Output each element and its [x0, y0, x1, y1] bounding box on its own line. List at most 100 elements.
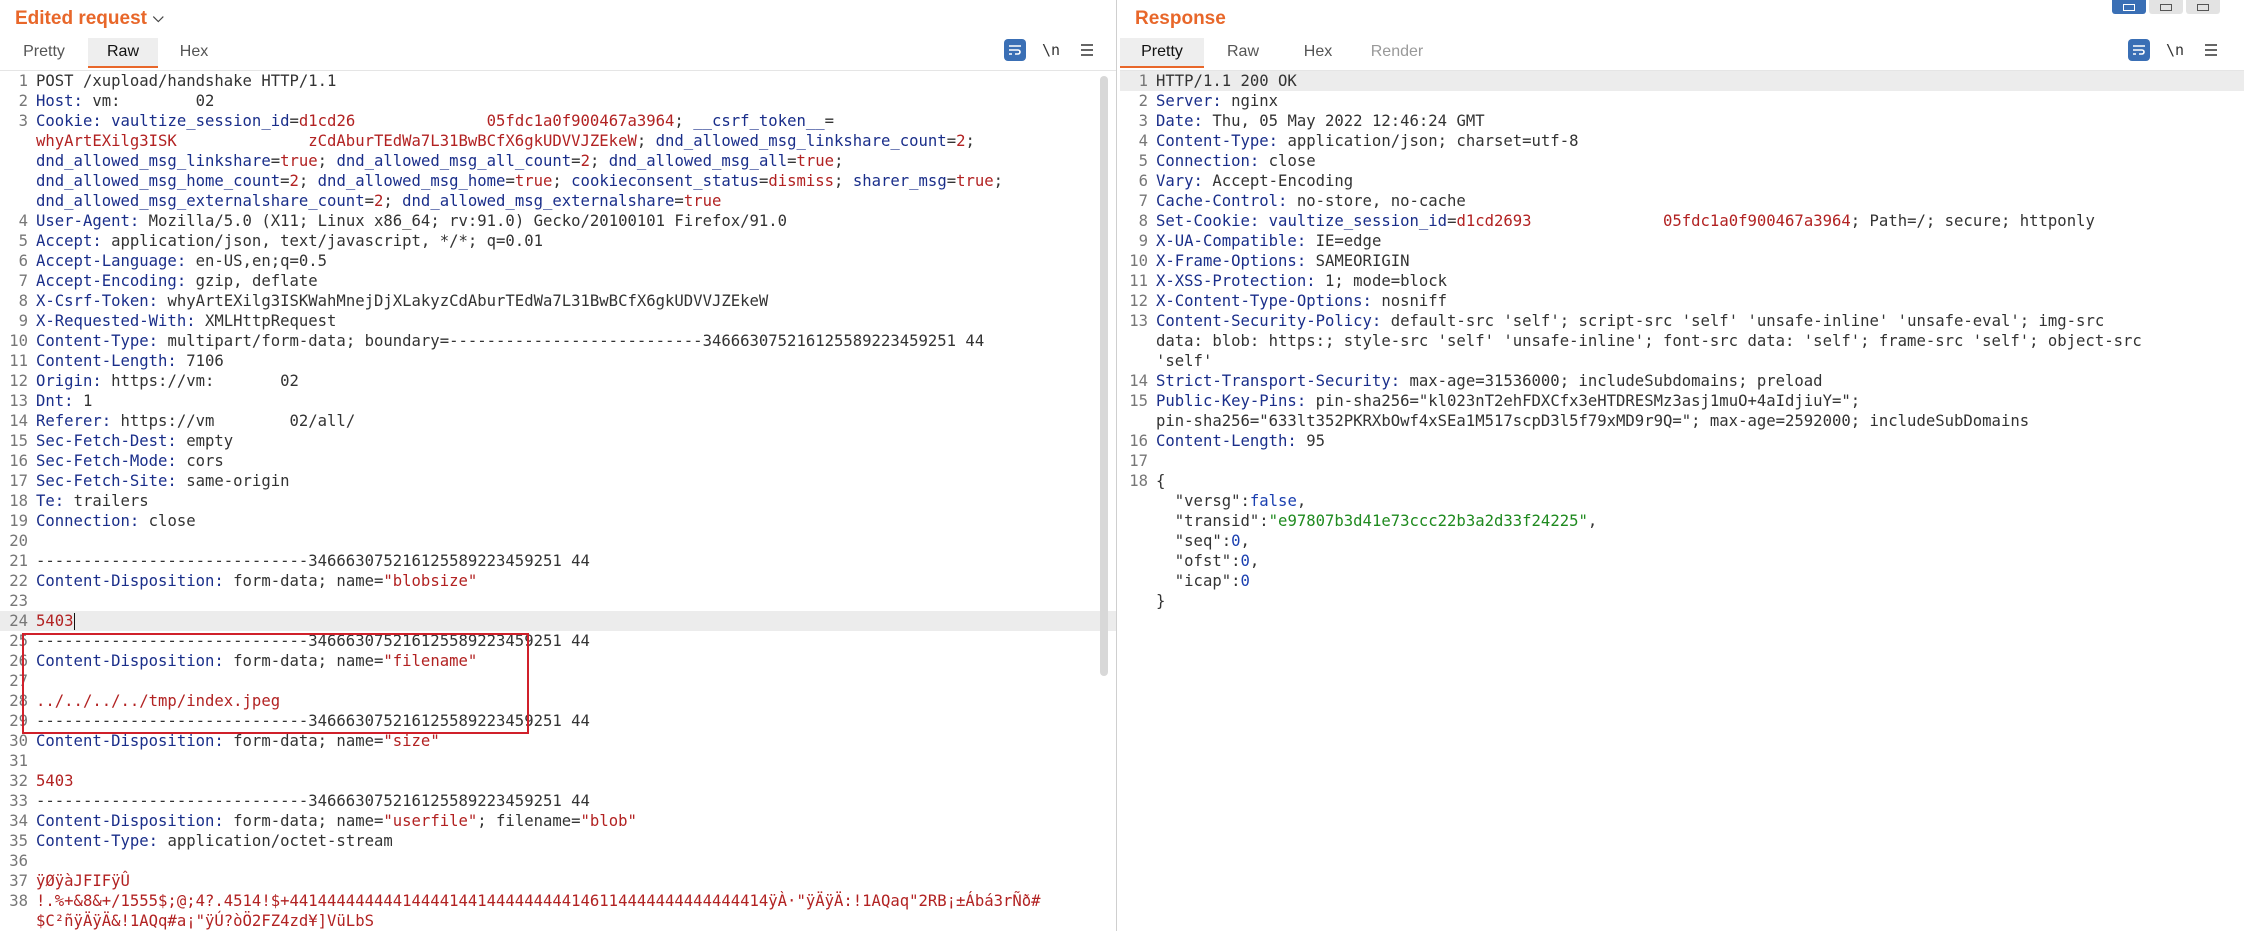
newline-toggle[interactable]: \n	[2166, 41, 2184, 59]
code-token: ;	[298, 172, 318, 190]
code-line[interactable]: 31	[0, 751, 1116, 771]
code-line[interactable]: 18 Te: trailers	[0, 491, 1116, 511]
code-line[interactable]: 15 Public-Key-Pins: pin-sha256="kl023nT2e…	[1120, 391, 2244, 411]
code-line[interactable]: 10 X-Frame-Options: SAMEORIGIN	[1120, 251, 2244, 271]
code-line[interactable]: "seq":0,	[1120, 531, 2244, 551]
code-line[interactable]: 14 Referer: https://vm 02/all/	[0, 411, 1116, 431]
code-line[interactable]: 32 5403	[0, 771, 1116, 791]
code-line[interactable]: 7 Cache-Control: no-store, no-cache	[1120, 191, 2244, 211]
code-line[interactable]: data: blob: https:; style-src 'self' 'un…	[1120, 331, 2244, 351]
code-line[interactable]: 11 Content-Length: 7106	[0, 351, 1116, 371]
line-text: Content-Disposition: form-data; name="fi…	[36, 651, 477, 671]
code-line[interactable]: 26 Content-Disposition: form-data; name="…	[0, 651, 1116, 671]
code-line[interactable]: 19 Connection: close	[0, 511, 1116, 531]
code-token: cors	[186, 452, 224, 470]
code-line[interactable]: 3 Cookie: vaultize_session_id=d1cd26 05fd…	[0, 111, 1116, 131]
code-line[interactable]: 9 X-Requested-With: XMLHttpRequest	[0, 311, 1116, 331]
code-line[interactable]: 30 Content-Disposition: form-data; name="…	[0, 731, 1116, 751]
code-line[interactable]: dnd_allowed_msg_linkshare=true; dnd_allo…	[0, 151, 1116, 171]
line-text: X-XSS-Protection: 1; mode=block	[1156, 271, 1447, 291]
code-line[interactable]: dnd_allowed_msg_externalshare_count=2; d…	[0, 191, 1116, 211]
code-line[interactable]: "transid":"e97807b3d41e73ccc22b3a2d33f24…	[1120, 511, 2244, 531]
code-line[interactable]: 6 Accept-Language: en-US,en;q=0.5	[0, 251, 1116, 271]
code-line[interactable]: 4 Content-Type: application/json; charset…	[1120, 131, 2244, 151]
code-line[interactable]: 4 User-Agent: Mozilla/5.0 (X11; Linux x86…	[0, 211, 1116, 231]
line-text: "ofst":0,	[1156, 551, 1260, 571]
code-line[interactable]: 16 Sec-Fetch-Mode: cors	[0, 451, 1116, 471]
chevron-down-icon[interactable]: ⌵	[153, 9, 164, 26]
response-editor[interactable]: 1 HTTP/1.1 200 OK 2 Server: nginx 3 Date: Thu…	[1120, 70, 2244, 931]
code-line[interactable]: 12 X-Content-Type-Options: nosniff	[1120, 291, 2244, 311]
code-line[interactable]: 17	[1120, 451, 2244, 471]
tab-pretty[interactable]: Pretty	[0, 38, 88, 68]
code-line[interactable]: 20	[0, 531, 1116, 551]
code-line[interactable]: 6 Vary: Accept-Encoding	[1120, 171, 2244, 191]
code-line[interactable]: dnd_allowed_msg_home_count=2; dnd_allowe…	[0, 171, 1116, 191]
wrap-lines-icon[interactable]	[1004, 39, 1026, 61]
code-line[interactable]: 18 {	[1120, 471, 2244, 491]
code-line[interactable]: 16 Content-Length: 95	[1120, 431, 2244, 451]
code-line[interactable]: 25 -----------------------------346663075…	[0, 631, 1116, 651]
line-text: dnd_allowed_msg_home_count=2; dnd_allowe…	[36, 171, 1003, 191]
tab-raw[interactable]: Raw	[1204, 38, 1282, 68]
tab-hex[interactable]: Hex	[158, 38, 230, 68]
hamburger-menu-icon[interactable]	[2200, 39, 2222, 61]
code-line[interactable]: 33 -----------------------------346663075…	[0, 791, 1116, 811]
layout-side-by-side-icon[interactable]	[2112, 0, 2146, 14]
request-scrollbar[interactable]	[1100, 76, 1108, 676]
code-line[interactable]: 2 Server: nginx	[1120, 91, 2244, 111]
code-line[interactable]: 17 Sec-Fetch-Site: same-origin	[0, 471, 1116, 491]
code-line[interactable]: 23	[0, 591, 1116, 611]
code-line[interactable]: 5 Connection: close	[1120, 151, 2244, 171]
code-line[interactable]: 28 ../../../../tmp/index.jpeg	[0, 691, 1116, 711]
code-line[interactable]: "versg":false,	[1120, 491, 2244, 511]
code-line[interactable]: 27	[0, 671, 1116, 691]
code-line[interactable]: }	[1120, 591, 2244, 611]
code-line[interactable]: "ofst":0,	[1120, 551, 2244, 571]
code-line[interactable]: 13 Content-Security-Policy: default-src '…	[1120, 311, 2244, 331]
tab-render[interactable]: Render	[1354, 38, 1440, 68]
code-line[interactable]: 14 Strict-Transport-Security: max-age=315…	[1120, 371, 2244, 391]
code-line[interactable]: $C²ñÿÄÿÄ&!1AQq#a¡"ÿÚ?òÖ2FZ4zd¥]VüLbS	[0, 911, 1116, 931]
code-line[interactable]: whyArtEXilg3ISK zCdAburTEdWa7L31BwBCfX6g…	[0, 131, 1116, 151]
wrap-lines-icon[interactable]	[2128, 39, 2150, 61]
tab-hex[interactable]: Hex	[1282, 38, 1354, 68]
code-line[interactable]: 24 5403	[0, 611, 1116, 631]
code-line[interactable]: 36	[0, 851, 1116, 871]
tab-pretty[interactable]: Pretty	[1120, 38, 1204, 68]
code-line[interactable]: 10 Content-Type: multipart/form-data; bou…	[0, 331, 1116, 351]
code-line[interactable]: 9 X-UA-Compatible: IE=edge	[1120, 231, 2244, 251]
code-token: X-Csrf-Token:	[36, 292, 168, 310]
code-line[interactable]: 11 X-XSS-Protection: 1; mode=block	[1120, 271, 2244, 291]
code-line[interactable]: 'self'	[1120, 351, 2244, 371]
code-line[interactable]: 3 Date: Thu, 05 May 2022 12:46:24 GMT	[1120, 111, 2244, 131]
code-line[interactable]: 5 Accept: application/json, text/javascri…	[0, 231, 1116, 251]
code-line[interactable]: 1 HTTP/1.1 200 OK	[1120, 71, 2244, 91]
code-line[interactable]: 1 POST /xupload/handshake HTTP/1.1	[0, 71, 1116, 91]
code-line[interactable]: 37 ÿØÿàJFIFÿÛ	[0, 871, 1116, 891]
code-line[interactable]: 12 Origin: https://vm: 02	[0, 371, 1116, 391]
code-line[interactable]: 15 Sec-Fetch-Dest: empty	[0, 431, 1116, 451]
code-line[interactable]: 22 Content-Disposition: form-data; name="…	[0, 571, 1116, 591]
layout-single-icon[interactable]	[2186, 0, 2220, 14]
code-line[interactable]: 35 Content-Type: application/octet-stream	[0, 831, 1116, 851]
code-line[interactable]: 34 Content-Disposition: form-data; name="…	[0, 811, 1116, 831]
tab-raw[interactable]: Raw	[88, 38, 158, 68]
code-line[interactable]: 8 X-Csrf-Token: whyArtEXilg3ISKWahMnejDjX…	[0, 291, 1116, 311]
code-token: "ofst":	[1156, 552, 1241, 570]
code-line[interactable]: 8 Set-Cookie: vaultize_session_id=d1cd269…	[1120, 211, 2244, 231]
request-editor[interactable]: 1 POST /xupload/handshake HTTP/1.1 2 Host: …	[0, 70, 1116, 931]
code-line[interactable]: 7 Accept-Encoding: gzip, deflate	[0, 271, 1116, 291]
code-line[interactable]: "icap":0	[1120, 571, 2244, 591]
newline-toggle[interactable]: \n	[1042, 41, 1060, 59]
code-line[interactable]: 21 -----------------------------346663075…	[0, 551, 1116, 571]
code-token: ;	[317, 152, 337, 170]
code-line[interactable]: 38 !.%+&8&+/1555$;@;4?.4514!$+44144444444…	[0, 891, 1116, 911]
code-line[interactable]: 29 -----------------------------346663075…	[0, 711, 1116, 731]
hamburger-menu-icon[interactable]	[1076, 39, 1098, 61]
code-line[interactable]: pin-sha256="633lt352PKRXbOwf4xSEa1M517sc…	[1120, 411, 2244, 431]
layout-stacked-icon[interactable]	[2149, 0, 2183, 14]
code-line[interactable]: 2 Host: vm: 02	[0, 91, 1116, 111]
code-line[interactable]: 13 Dnt: 1	[0, 391, 1116, 411]
request-title[interactable]: Edited request ⌵	[15, 8, 164, 30]
